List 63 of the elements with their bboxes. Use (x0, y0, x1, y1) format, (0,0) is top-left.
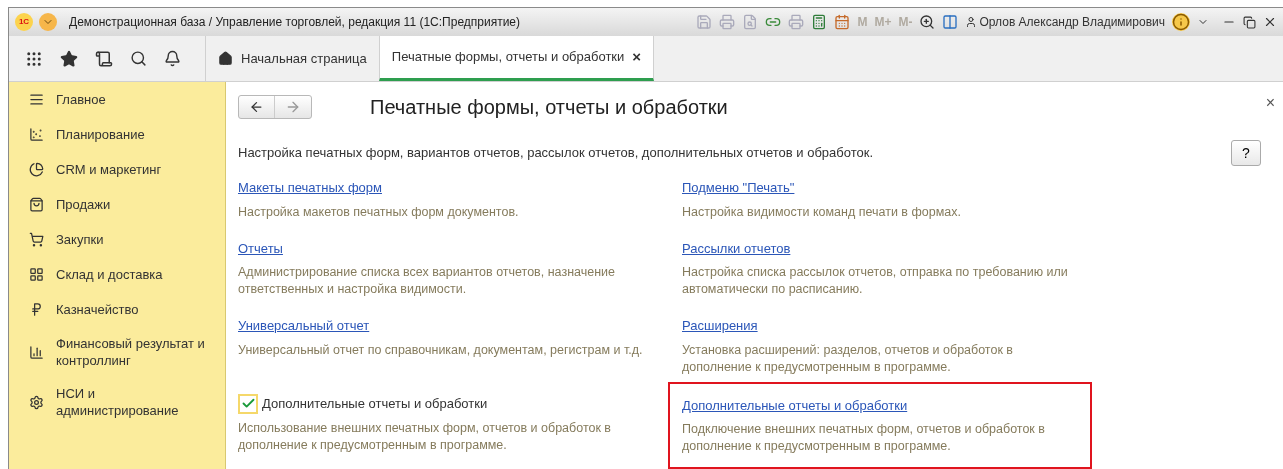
section-link[interactable]: Дополнительные отчеты и обработки (682, 395, 908, 415)
tab-label: Печатные формы, отчеты и обработки (391, 48, 625, 67)
calculator-icon[interactable] (811, 14, 828, 30)
sidebar-item[interactable]: Закупки (29, 230, 225, 249)
user-button[interactable]: Орлов Александр Владимирович (965, 13, 1165, 31)
home-icon (218, 51, 233, 66)
search-icon[interactable] (130, 50, 147, 67)
sidebar-item[interactable]: Склад и доставка (29, 265, 225, 284)
menu-button[interactable] (39, 13, 57, 31)
bag-icon (29, 197, 44, 212)
help-button[interactable]: ? (1231, 140, 1261, 166)
panel-icon[interactable] (942, 14, 959, 30)
history-icon[interactable] (95, 49, 113, 68)
star-icon[interactable] (60, 49, 78, 68)
apps-icon[interactable] (25, 49, 43, 68)
section-description: Универсальный отчет по справочникам, документам, регистрам и т.д. (238, 341, 644, 359)
close-tab-button[interactable]: × (632, 45, 642, 69)
tab-label: Начальная страница (241, 49, 367, 68)
close-icon[interactable] (1263, 15, 1277, 29)
sidebar-item[interactable]: НСИ и администрирование (29, 385, 225, 419)
sidebar-item[interactable]: CRM и маркетинг (29, 160, 225, 179)
close-button[interactable]: × (1265, 91, 1275, 115)
section-description: Настройка списка рассылок отчетов, отправка по требованию или автоматически по расписанию. (682, 264, 1069, 298)
sidebar-item[interactable]: Планирование (29, 125, 225, 144)
page-title: Печатные формы, отчеты и обработки (370, 95, 728, 120)
user-icon (965, 16, 978, 28)
sidebar-item[interactable]: Продажи (29, 195, 225, 214)
section-link[interactable]: Расширения (682, 316, 758, 336)
ruble-icon (29, 302, 44, 317)
section-link[interactable]: Подменю "Печать" (682, 178, 795, 198)
save-icon[interactable] (696, 14, 713, 30)
section-link[interactable]: Отчеты (238, 238, 283, 258)
pie-chart-icon (29, 162, 44, 177)
section-description: Использование внешних печатных форм, отчетов и обработок в дополнение к предусмотренным в программе. (238, 419, 612, 454)
menu-icon (29, 92, 44, 107)
grid-icon (29, 267, 44, 282)
section-description: Установка расширений: разделов, отчетов и обработок в дополнение к предусмотренным в программе. (682, 341, 1014, 376)
section-link[interactable]: Универсальный отчет (238, 316, 370, 336)
sidebar-item[interactable]: Казначейство (29, 300, 225, 319)
section-link[interactable]: Рассылки отчетов (682, 238, 791, 258)
bell-icon[interactable] (164, 50, 181, 67)
section-description: Настройка видимости команд печати в формах. (682, 203, 962, 221)
section-description: Администрирование списка всех вариантов отчетов, назначение ответственных и настройка видимости. (238, 264, 617, 298)
zoom-icon[interactable] (919, 14, 936, 30)
section-link[interactable]: Макеты печатных форм (238, 178, 382, 198)
page-description: Настройка печатных форм, вариантов отчетов, рассылок отчетов, дополнительных отчетов и обработок. (238, 144, 874, 163)
checkbox[interactable] (238, 393, 258, 414)
bar-chart-icon (29, 344, 44, 360)
settings-icon (29, 394, 44, 410)
chart-icon (29, 127, 44, 142)
window-title: Демонстрационная база / Управление торговлей, редакция 11 (1С:Предприятие) (69, 14, 521, 31)
sidebar-item[interactable]: Главное (29, 90, 225, 109)
sidebar-item[interactable]: Финансовый результат и контроллинг (29, 335, 225, 369)
section-description: Подключение внешних печатных форм, отчетов и обработок в дополнение к предусмотренным в программе. (682, 421, 1046, 455)
section-description: Настройка макетов печатных форм документов. (238, 203, 520, 221)
calendar-icon[interactable] (834, 14, 851, 30)
info-icon[interactable] (1172, 13, 1190, 31)
checkbox-label: Дополнительные отчеты и обработки (262, 394, 488, 413)
tab[interactable]: Печатные формы, отчеты и обработки × (378, 36, 655, 81)
restore-icon[interactable] (1243, 15, 1256, 29)
cart-icon (29, 232, 44, 247)
app-logo: 1C (15, 13, 33, 31)
check-icon (240, 396, 256, 411)
